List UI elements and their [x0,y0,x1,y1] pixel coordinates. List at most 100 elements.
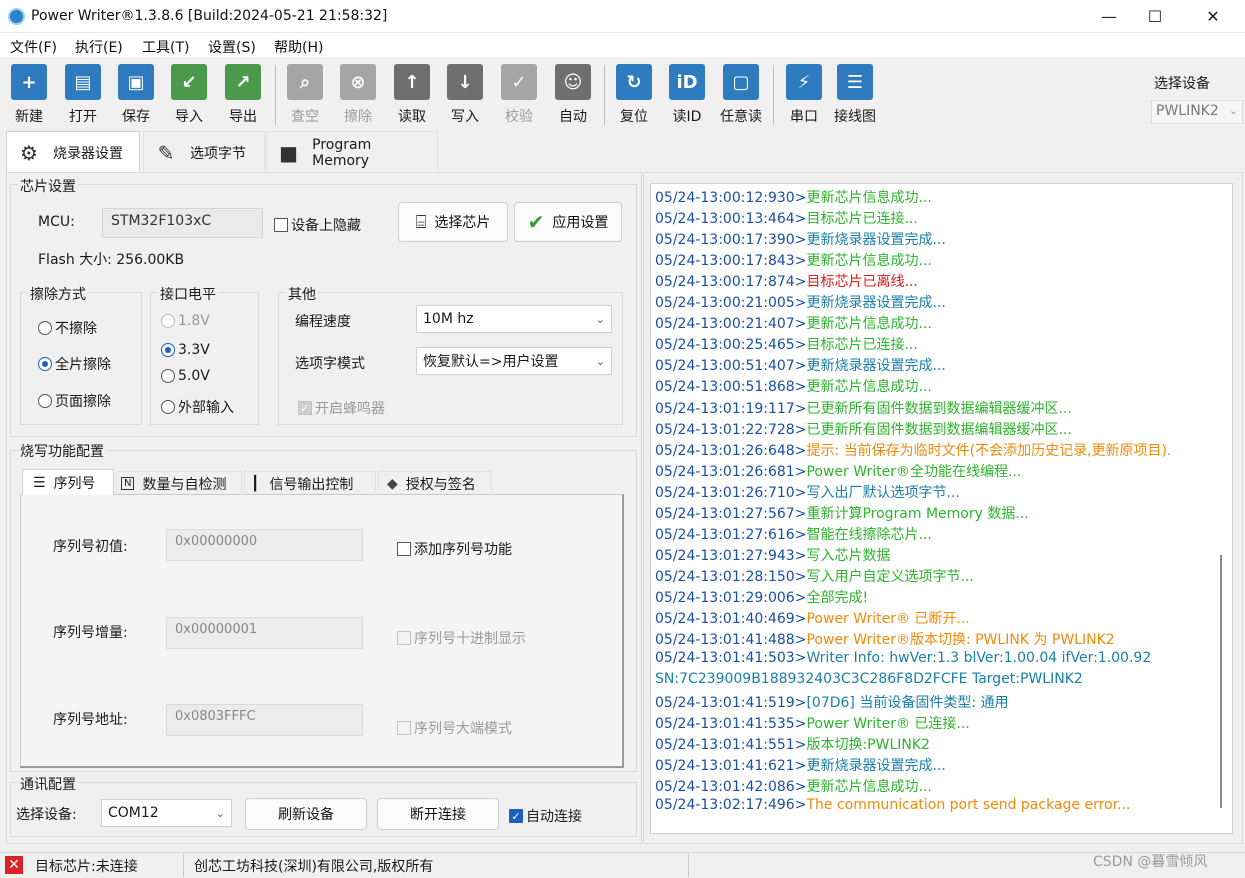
toolbar-button-open[interactable]: ▤ 打开 [58,64,108,126]
com-port-select[interactable]: COM12 ⌄ [101,799,232,827]
toolbar-button-label: 自动 [559,109,587,125]
target-chip-status: 目标芯片:未连接 [35,859,138,875]
log-output[interactable]: 05/24-13:00:12:930>更新芯片信息成功... 05/24-13:0… [650,183,1233,834]
log-message: 智能在线擦除芯片... [806,526,932,543]
toolbar-button-label: 接线图 [834,109,876,125]
voltage-external-radio[interactable]: 外部输入 [161,397,234,417]
log-message: 更新芯片信息成功... [806,253,932,270]
log-message: 更新芯片信息成功... [806,316,932,333]
program-memory-icon: ■ [279,140,299,165]
log-timestamp: 05/24-13:00:25:465> [655,337,807,354]
blank-check-icon: ⌕ [287,64,323,100]
serial-decimal-checkbox[interactable]: 序列号十进制显示 [397,628,526,648]
erase-page-radio[interactable]: 页面擦除 [38,391,111,411]
checkbox-box: ✓ [298,401,312,415]
checkbox-label: 添加序列号功能 [414,542,512,558]
tab-writer-settings[interactable]: ⚙ 烧录器设置 [6,131,140,173]
toolbar-button-label: 导出 [229,109,257,125]
toolbar-button-label: 串口 [790,109,818,125]
checkbox-box [397,721,411,735]
log-timestamp: 05/24-13:01:41:503> [655,650,807,667]
log-timestamp: 05/24-13:01:41:535> [655,716,807,733]
toolbar-button-save[interactable]: ▣ 保存 [111,64,161,126]
list-icon: ☰ [33,474,46,491]
log-scrollbar[interactable] [1220,555,1222,808]
minimize-button[interactable]: — [1086,0,1132,33]
log-message: 更新烧录器设置完成... [806,358,946,375]
subtab-serial[interactable]: ☰ 序列号 [22,469,114,495]
checkbox-label: 序列号大端模式 [414,721,512,737]
voltage-5v0-radio[interactable]: 5.0V [161,368,210,384]
radio-label: 页面擦除 [55,394,111,410]
toolbar-button-export[interactable]: ↗ 导出 [218,64,268,126]
radio-label: 5.0V [178,368,210,384]
toolbar-button-verify[interactable]: ✓ 校验 [494,64,544,126]
toolbar-button-serial-port[interactable]: ⚡ 串口 [779,64,829,126]
toolbar-button-blank-check[interactable]: ⌕ 查空 [280,64,330,126]
program-speed-select[interactable]: 10M hz ⌄ [416,305,612,333]
enable-buzzer-checkbox[interactable]: ✓ 开启蜂鸣器 [298,398,385,418]
toolbar-button-wiring-diagram[interactable]: ☰ 接线图 [830,64,880,126]
log-line: 05/24-13:01:22:728>已更新所有固件数据到数据编辑器缓冲区... [655,419,1072,439]
log-line: 05/24-13:01:27:567>重新计算Program Memory 数据… [655,503,1029,523]
toolbar-button-erase[interactable]: ⊗ 擦除 [333,64,383,126]
log-message: 更新烧录器设置完成... [806,295,946,312]
log-line: 05/24-13:00:17:390>更新烧录器设置完成... [655,229,946,249]
log-message: 全部完成! [806,589,869,606]
toolbar-button-import[interactable]: ↙ 导入 [164,64,214,126]
toolbar-button-label: 保存 [122,109,150,125]
mcu-field: STM32F103xC [102,208,263,238]
add-serial-checkbox[interactable]: 添加序列号功能 [397,539,512,559]
menu-settings[interactable]: 设置(S) [208,37,256,57]
toolbar-button-new[interactable]: + 新建 [4,64,54,126]
menu-tools[interactable]: 工具(T) [142,37,189,57]
serial-addr-input[interactable]: 0x0803FFFC [166,704,363,736]
tab-program-memory[interactable]: ■ Program Memory [266,131,438,173]
menu-file[interactable]: 文件(F) [10,37,57,57]
log-line: 05/24-13:00:51:868>更新芯片信息成功... [655,376,932,396]
hide-on-device-checkbox[interactable]: 设备上隐藏 [274,215,361,235]
toolbar-button-random-read[interactable]: ▢ 任意读 [716,64,766,126]
refresh-device-button[interactable]: 刷新设备 [245,798,367,830]
toolbar-button-reset[interactable]: ↻ 复位 [609,64,659,126]
radio-dot [38,394,52,408]
log-line: 05/24-13:01:41:519>[07D6] 当前设备固件类型: 通用 [655,692,1009,712]
log-timestamp: 05/24-13:00:17:874> [655,274,807,291]
select-chip-button[interactable]: ⌸ 选择芯片 [398,202,508,242]
error-icon: ✕ [5,856,23,874]
voltage-1v8-radio[interactable]: 1.8V [161,313,210,329]
maximize-button[interactable]: ☐ [1132,0,1178,33]
serial-big-endian-checkbox[interactable]: 序列号大端模式 [397,718,512,738]
log-message: SN:7C239009B188932403C3C286F8D2FCFE Targ… [655,671,1083,688]
option-byte-mode-select[interactable]: 恢复默认=>用户设置 ⌄ [416,347,612,375]
toolbar-button-read-id[interactable]: iD 读ID [662,64,712,126]
device-select[interactable]: PWLINK2 ⌄ [1151,100,1243,124]
subtab-count-selftest[interactable]: N 数量与自检测 [116,471,242,495]
radio-label: 不擦除 [55,321,97,337]
auto-connect-checkbox[interactable]: ✓ 自动连接 [509,806,582,826]
toolbar-button-auto-robot[interactable]: ☺ 自动 [548,64,598,126]
menu-help[interactable]: 帮助(H) [274,37,323,57]
erase-none-radio[interactable]: 不擦除 [38,318,97,338]
log-message: 已更新所有固件数据到数据编辑器缓冲区... [806,400,1072,417]
log-timestamp: 05/24-13:01:28:150> [655,568,807,585]
close-button[interactable]: ✕ [1190,0,1236,33]
subtab-signal-output[interactable]: ┃ 信号输出控制 [244,471,376,495]
subtab-auth-sign[interactable]: ◆ 授权与签名 [378,471,492,495]
serial-inc-input[interactable]: 0x00000001 [166,617,363,649]
menu-execute[interactable]: 执行(E) [75,37,123,57]
watermark: CSDN @暮雪倾风 [1093,854,1208,870]
log-message: The communication port send package erro… [806,797,1131,814]
disconnect-button[interactable]: 断开连接 [377,798,499,830]
toolbar-button-write[interactable]: ↓ 写入 [440,64,490,126]
serial-init-input[interactable]: 0x00000000 [166,529,363,561]
tab-option-bytes[interactable]: ✎ 选项字节 [143,131,265,173]
apply-settings-button[interactable]: ✔ 应用设置 [514,202,622,242]
voltage-3v3-radio[interactable]: 3.3V [161,342,210,358]
log-message: 重新计算Program Memory 数据... [806,505,1029,522]
toolbar-button-read[interactable]: ↑ 读取 [387,64,437,126]
erase-full-radio[interactable]: 全片擦除 [38,354,111,374]
log-message: 更新芯片信息成功... [806,779,932,796]
checkbox-box: ✓ [509,809,523,823]
checkbox-label: 序列号十进制显示 [414,631,526,647]
